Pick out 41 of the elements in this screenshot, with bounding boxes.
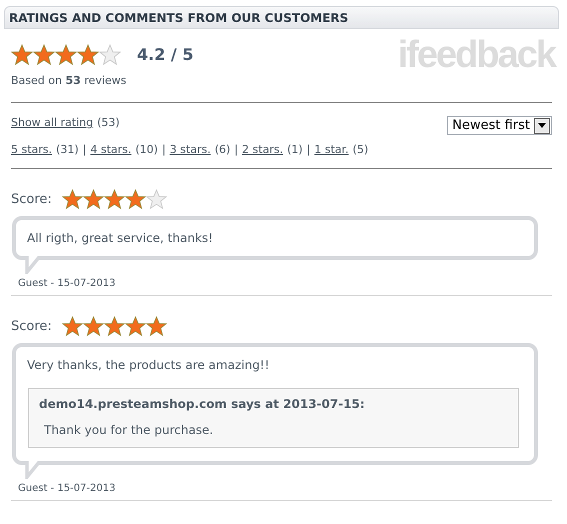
star-filter-link[interactable]: 1 star. [314, 142, 349, 158]
score-label: Score: [11, 318, 52, 336]
filled-star-icon [11, 44, 33, 66]
filled-star-icon [124, 189, 146, 210]
reply-text: Thank you for the purchase. [44, 422, 214, 439]
star-filter-link[interactable]: 2 stars. [242, 142, 284, 158]
review-count: Based on 53 reviews [11, 73, 128, 89]
rating-count: (6) [214, 142, 230, 158]
separator: | [82, 142, 86, 158]
rating-count: (10) [135, 142, 158, 158]
section-title: RATINGS AND COMMENTS FROM OUR CUSTOMERS [9, 10, 348, 26]
review-author: Guest - 15-07-2013 [18, 277, 116, 291]
separator: | [234, 142, 238, 158]
rating-count: (31) [56, 142, 79, 158]
comment-text: Very thanks, the products are amazing!! [27, 357, 270, 374]
star-filter-link[interactable]: 4 stars. [90, 142, 132, 158]
filled-star-icon [55, 44, 77, 66]
filled-star-icon [104, 316, 125, 337]
star-filter-link[interactable]: 3 stars. [170, 142, 211, 158]
filled-star-icon [82, 189, 104, 210]
separator: | [162, 142, 166, 158]
star-filter-link[interactable]: 5 stars. [11, 142, 52, 158]
average-score: 4.2 / 5 [137, 44, 194, 66]
rating-count: (53) [97, 115, 120, 131]
score-label: Score: [11, 190, 52, 209]
filled-star-icon [104, 189, 125, 210]
filled-star-icon [146, 316, 167, 337]
filled-star-icon [77, 44, 99, 66]
review-author: Guest - 15-07-2013 [18, 482, 116, 496]
filled-star-icon [62, 316, 83, 337]
show-all-link[interactable]: Show all rating [11, 115, 94, 132]
filled-star-icon [62, 189, 83, 210]
filled-star-icon [82, 316, 104, 337]
comment-text: All rigth, great service, thanks! [27, 230, 214, 247]
rating-count: (5) [352, 142, 368, 158]
filled-star-icon [33, 44, 55, 66]
filled-star-icon [124, 316, 146, 337]
rating-count: (1) [287, 142, 303, 158]
reply-title: demo14.presteamshop.com says at 2013-07-15: [39, 396, 366, 413]
sort-dropdown[interactable]: Newest first [447, 116, 552, 135]
separator: | [306, 142, 310, 158]
